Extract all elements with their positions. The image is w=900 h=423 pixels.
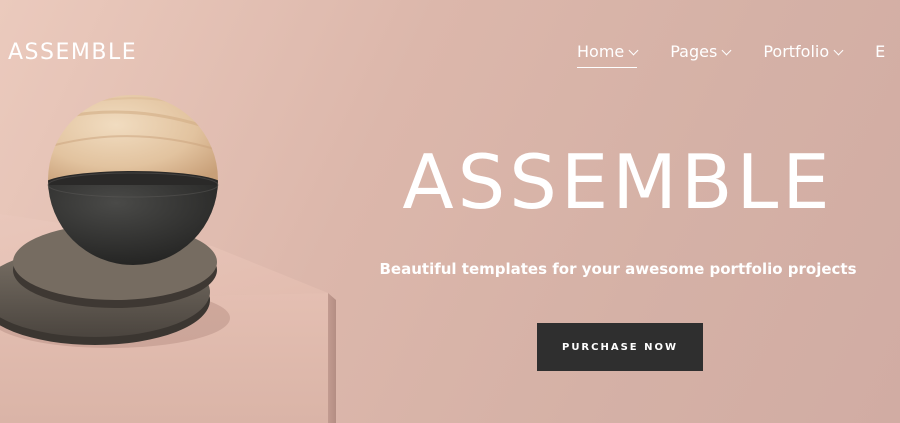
nav-item-pages[interactable]: Pages (670, 40, 732, 64)
nav-item-portfolio-label: Portfolio (763, 42, 830, 61)
hero-title: ASSEMBLE (402, 138, 834, 226)
chevron-down-icon (833, 45, 844, 55)
nav-item-truncated-label: E (875, 42, 886, 61)
nav-item-home-label: Home (577, 42, 625, 61)
nav-item-truncated[interactable]: E (875, 40, 885, 64)
nav-item-home[interactable]: Home (577, 40, 639, 68)
hero-subtitle: Beautiful templates for your awesome por… (379, 260, 857, 278)
chevron-down-icon (721, 45, 732, 55)
main-nav: Home Pages Portfolio E (577, 40, 900, 68)
brand-logo[interactable]: ASSEMBLE (8, 38, 137, 68)
purchase-now-button[interactable]: PURCHASE NOW (537, 323, 703, 371)
nav-item-pages-label: Pages (670, 42, 718, 61)
hero-section: ASSEMBLE Home Pages Portfolio E ASSEMBLE… (0, 0, 900, 423)
nav-item-portfolio[interactable]: Portfolio (763, 40, 844, 64)
chevron-down-icon (628, 45, 639, 55)
